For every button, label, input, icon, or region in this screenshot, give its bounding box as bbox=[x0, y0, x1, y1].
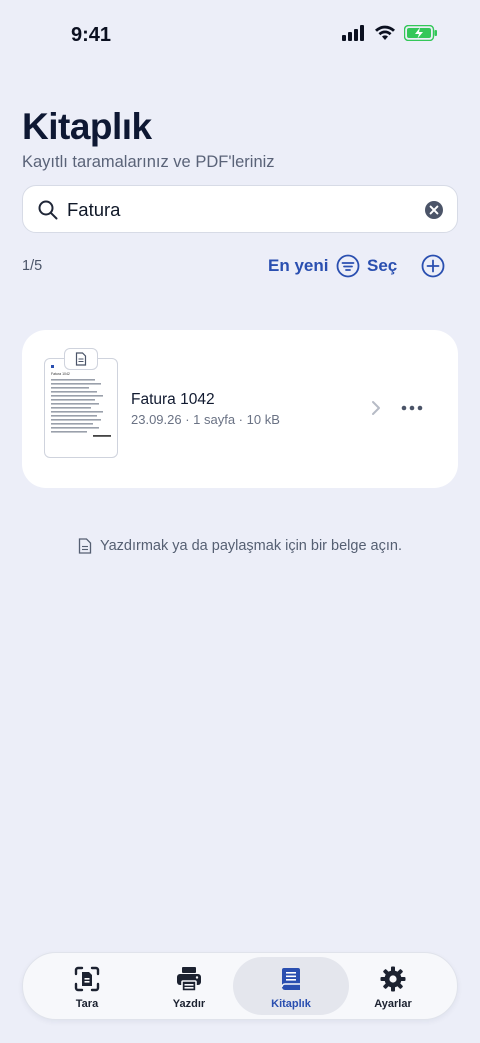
status-time: 9:41 bbox=[71, 24, 112, 46]
search-icon bbox=[38, 200, 58, 220]
document-card[interactable]: Fatura 1042 Fatura 1042 23.09.26 · 1 say… bbox=[22, 330, 458, 488]
sort-button[interactable]: En yeni bbox=[268, 254, 360, 278]
hint-text: Yazdırmak ya da paylaşmak için bir belge… bbox=[100, 538, 402, 554]
document-icon bbox=[75, 352, 87, 366]
status-bar: 9:41 bbox=[0, 0, 480, 70]
document-title[interactable]: Fatura 1042 bbox=[131, 391, 215, 409]
tab-ayarlar[interactable]: Ayarlar bbox=[335, 957, 451, 1015]
tab-label: Ayarlar bbox=[374, 998, 412, 1010]
document-thumbnail: Fatura 1042 bbox=[44, 358, 118, 458]
document-icon bbox=[78, 538, 92, 554]
battery-charging-icon bbox=[404, 25, 437, 41]
thumbnail-heading: Fatura 1042 bbox=[51, 372, 70, 376]
library-icon bbox=[281, 968, 300, 990]
cellular-signal-icon bbox=[342, 25, 364, 41]
page-title: Kitaplık bbox=[22, 106, 152, 147]
chevron-right-icon[interactable] bbox=[369, 399, 383, 417]
tab-kitaplik[interactable]: Kitaplık bbox=[233, 957, 349, 1015]
result-count: 1/5 bbox=[22, 258, 43, 274]
tab-label: Yazdır bbox=[172, 998, 206, 1010]
tab-label: Tara bbox=[75, 998, 99, 1010]
status-icons bbox=[342, 25, 438, 41]
sort-label: En yeni bbox=[268, 256, 329, 275]
tab-tara[interactable]: Tara bbox=[29, 957, 145, 1015]
hint-message: Yazdırmak ya da paylaşmak için bir belge… bbox=[0, 538, 480, 554]
more-options-icon[interactable] bbox=[400, 400, 424, 416]
search-box[interactable] bbox=[22, 185, 458, 233]
page-subtitle: Kayıtlı taramalarınız ve PDF'leriniz bbox=[22, 153, 275, 171]
sort-filter-icon bbox=[337, 254, 360, 278]
clear-icon[interactable] bbox=[424, 200, 444, 220]
gear-icon bbox=[380, 966, 406, 992]
tab-label: Kitaplık bbox=[271, 998, 311, 1010]
scan-icon bbox=[74, 966, 100, 992]
tab-yazdir[interactable]: Yazdır bbox=[131, 957, 247, 1015]
printer-icon bbox=[177, 967, 201, 992]
document-meta: 23.09.26 · 1 sayfa · 10 kB bbox=[131, 412, 280, 427]
document-badge bbox=[64, 348, 98, 370]
search-input[interactable] bbox=[67, 194, 417, 226]
add-icon[interactable] bbox=[421, 254, 445, 278]
tab-bar: Tara Yazdır Kitaplık Ayarlar bbox=[22, 952, 458, 1020]
document-page-preview: Fatura 1042 bbox=[51, 365, 111, 437]
select-button[interactable]: Seç bbox=[367, 256, 397, 276]
wifi-icon bbox=[375, 25, 395, 40]
